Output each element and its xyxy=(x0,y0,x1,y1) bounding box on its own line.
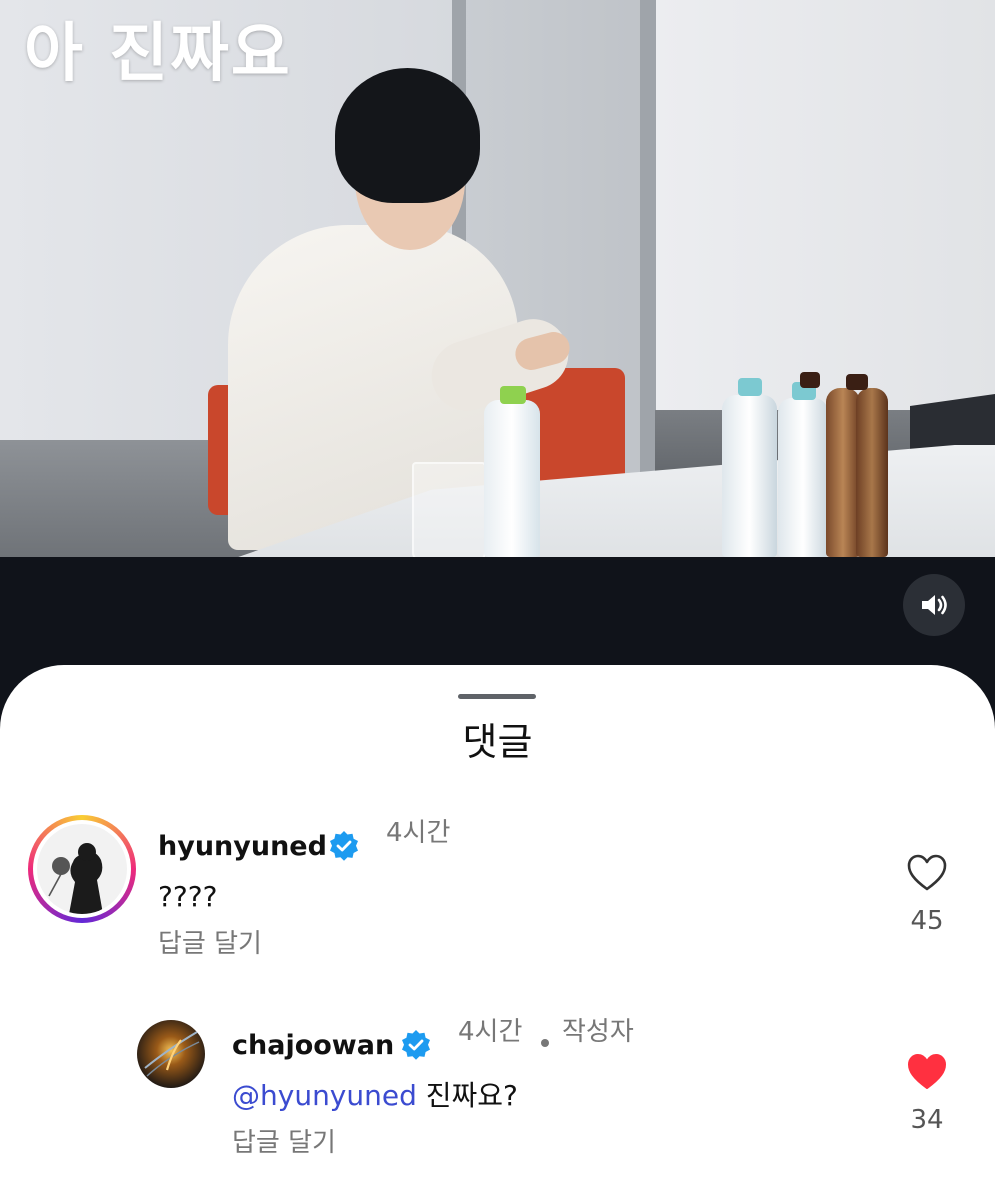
video-scene-wall-right xyxy=(655,0,995,410)
avatar xyxy=(37,824,127,914)
heart-outline-icon[interactable] xyxy=(907,854,947,892)
video-scene-bottle-cap xyxy=(738,378,762,396)
video-scene-bottle xyxy=(856,388,888,557)
video-scene-bottle xyxy=(826,388,860,557)
avatar-story-ring[interactable] xyxy=(28,815,136,923)
video-scene-bottle-cap xyxy=(800,372,820,388)
video-scene-person-hair xyxy=(335,68,480,203)
separator-dot xyxy=(541,1039,549,1047)
comments-title: 댓글 xyxy=(462,720,533,764)
comment-body: 진짜요? xyxy=(416,1079,518,1112)
video-scene-cup xyxy=(412,462,486,557)
mention-link[interactable]: @hyunyuned xyxy=(232,1079,417,1112)
avatar[interactable] xyxy=(137,1020,205,1088)
video-scene-bottle xyxy=(778,398,828,557)
reply-button[interactable]: 답글 달기 xyxy=(158,927,262,961)
video-scene-bottle xyxy=(484,400,540,557)
video-scene-bottle xyxy=(722,395,777,557)
like-count: 34 xyxy=(910,1105,944,1135)
like-count: 45 xyxy=(910,906,944,936)
video-scene-bottle-cap xyxy=(500,386,526,404)
heart-filled-icon[interactable] xyxy=(907,1053,947,1091)
verified-badge-icon xyxy=(402,1030,430,1060)
verified-badge-icon xyxy=(330,831,358,861)
video-scene-frame xyxy=(640,0,656,480)
sheet-drag-handle[interactable] xyxy=(458,694,536,699)
comment-time: 4시간 xyxy=(458,1017,523,1047)
comment-text: @hyunyuned 진짜요? xyxy=(232,1078,518,1114)
video-scene-bottle-cap xyxy=(846,374,868,390)
comment-time: 4시간 xyxy=(386,818,451,848)
author-tag: 작성자 xyxy=(562,1017,634,1047)
video-caption: 아 진짜요 xyxy=(24,17,292,91)
comment-username[interactable]: hyunyuned xyxy=(158,830,327,864)
comment-username[interactable]: chajoowan xyxy=(232,1029,394,1063)
sound-toggle-button[interactable] xyxy=(903,574,965,636)
speaker-volume-icon xyxy=(922,595,947,615)
comment-text: ???? xyxy=(158,880,218,913)
reply-button[interactable]: 답글 달기 xyxy=(232,1126,336,1160)
video-player[interactable]: 아 진짜요 xyxy=(0,0,995,557)
comments-sheet: 댓글 hyunyuned 4시간 ???? 답글 달기 45 chajoowan… xyxy=(0,665,995,1200)
